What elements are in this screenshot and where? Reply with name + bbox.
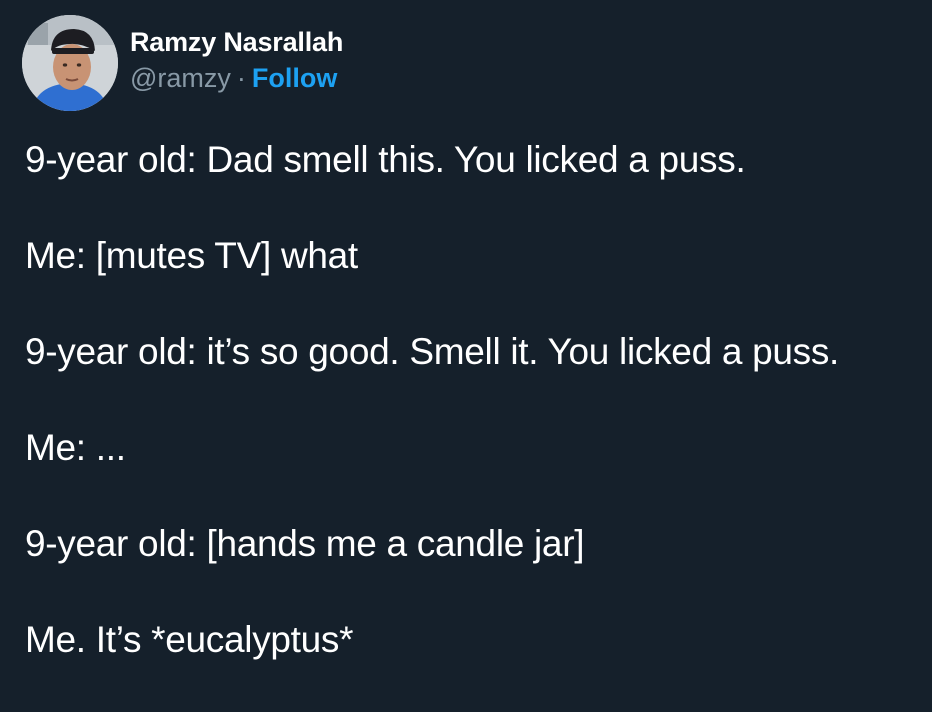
tweet-line: 9-year old: Dad smell this. You licked a… xyxy=(25,139,746,180)
user-handle[interactable]: @ramzy xyxy=(130,63,231,93)
tweet-line: Me: ... xyxy=(25,427,126,468)
handle-row: @ramzy · Follow xyxy=(130,60,343,96)
tweet-line: Me. It’s *eucalyptus* xyxy=(25,619,354,660)
follow-button[interactable]: Follow xyxy=(252,63,337,93)
tweet-card: Ramzy Nasrallah @ramzy · Follow 9-year old… xyxy=(0,0,932,680)
display-name[interactable]: Ramzy Nasrallah xyxy=(130,24,343,60)
user-block: Ramzy Nasrallah @ramzy · Follow xyxy=(130,24,343,96)
tweet-header: Ramzy Nasrallah @ramzy · Follow xyxy=(22,14,343,112)
separator-dot: · xyxy=(236,63,246,93)
tweet-line: 9-year old: it’s so good. Smell it. You … xyxy=(25,331,840,372)
avatar-photo xyxy=(22,15,118,111)
tweet-line: Me: [mutes TV] what xyxy=(25,235,358,276)
tweet-line: 9-year old: [hands me a candle jar] xyxy=(25,523,585,564)
avatar[interactable] xyxy=(22,15,118,111)
tweet-text: 9-year old: Dad smell this. You licked a… xyxy=(25,136,915,712)
